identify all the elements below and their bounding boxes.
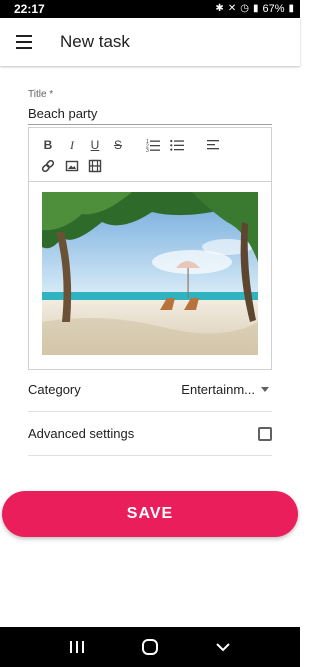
bullet-list-button[interactable] bbox=[170, 138, 184, 152]
image-icon bbox=[65, 160, 79, 172]
signal-icon: ▮ bbox=[252, 3, 259, 14]
description-editor[interactable]: B I U S 123 bbox=[28, 127, 272, 370]
advanced-settings-checkbox[interactable] bbox=[258, 426, 272, 441]
align-left-button[interactable] bbox=[206, 138, 220, 152]
title-label: Title * bbox=[28, 89, 54, 100]
bluetooth-icon: ✱ bbox=[215, 3, 224, 14]
status-icons: ✱ ✕ ◷ ▮ 67% ▮ bbox=[215, 3, 294, 15]
page-title: New task bbox=[60, 32, 130, 51]
battery-percent: 67% bbox=[262, 3, 285, 15]
title-input[interactable] bbox=[28, 103, 272, 125]
bullet-list-icon bbox=[170, 139, 184, 151]
recent-apps-button[interactable] bbox=[65, 635, 89, 659]
editor-content[interactable] bbox=[29, 182, 271, 370]
category-select[interactable]: Entertainm... bbox=[181, 382, 272, 397]
link-button[interactable] bbox=[41, 159, 55, 173]
ordered-list-button[interactable]: 123 bbox=[146, 138, 160, 152]
advanced-settings-row[interactable]: Advanced settings bbox=[28, 412, 272, 456]
status-time: 22:17 bbox=[14, 2, 45, 16]
menu-icon[interactable] bbox=[12, 30, 36, 54]
status-bar: 22:17 ✱ ✕ ◷ ▮ 67% ▮ bbox=[0, 0, 300, 18]
ordered-list-icon: 123 bbox=[146, 139, 160, 152]
dropdown-arrow-icon bbox=[261, 387, 269, 392]
mute-icon: ✕ bbox=[227, 3, 237, 14]
link-icon bbox=[41, 159, 55, 173]
align-left-icon bbox=[207, 140, 219, 150]
italic-button[interactable]: I bbox=[65, 138, 79, 152]
recent-apps-icon bbox=[69, 641, 84, 653]
battery-icon: ▮ bbox=[288, 3, 294, 14]
chevron-down-icon bbox=[216, 643, 231, 652]
app-bar: New task bbox=[0, 18, 300, 66]
home-icon bbox=[141, 639, 158, 655]
svg-text:3: 3 bbox=[146, 148, 149, 152]
image-button[interactable] bbox=[65, 159, 79, 173]
save-button[interactable]: SAVE bbox=[2, 491, 298, 537]
bold-button[interactable]: B bbox=[41, 138, 55, 152]
home-button[interactable] bbox=[138, 635, 162, 659]
category-label: Category bbox=[28, 382, 81, 397]
video-icon bbox=[88, 159, 102, 173]
system-nav-bar bbox=[0, 627, 300, 667]
category-row[interactable]: Category Entertainm... bbox=[28, 368, 272, 412]
editor-toolbar: B I U S 123 bbox=[29, 128, 271, 182]
video-button[interactable] bbox=[88, 159, 102, 173]
underline-button[interactable]: U bbox=[88, 138, 102, 152]
strikethrough-button[interactable]: S bbox=[111, 138, 125, 152]
alarm-icon: ◷ bbox=[240, 3, 249, 14]
back-button[interactable] bbox=[211, 635, 235, 659]
advanced-settings-label: Advanced settings bbox=[28, 426, 135, 441]
category-value: Entertainm... bbox=[181, 382, 255, 397]
beach-image bbox=[42, 192, 258, 355]
